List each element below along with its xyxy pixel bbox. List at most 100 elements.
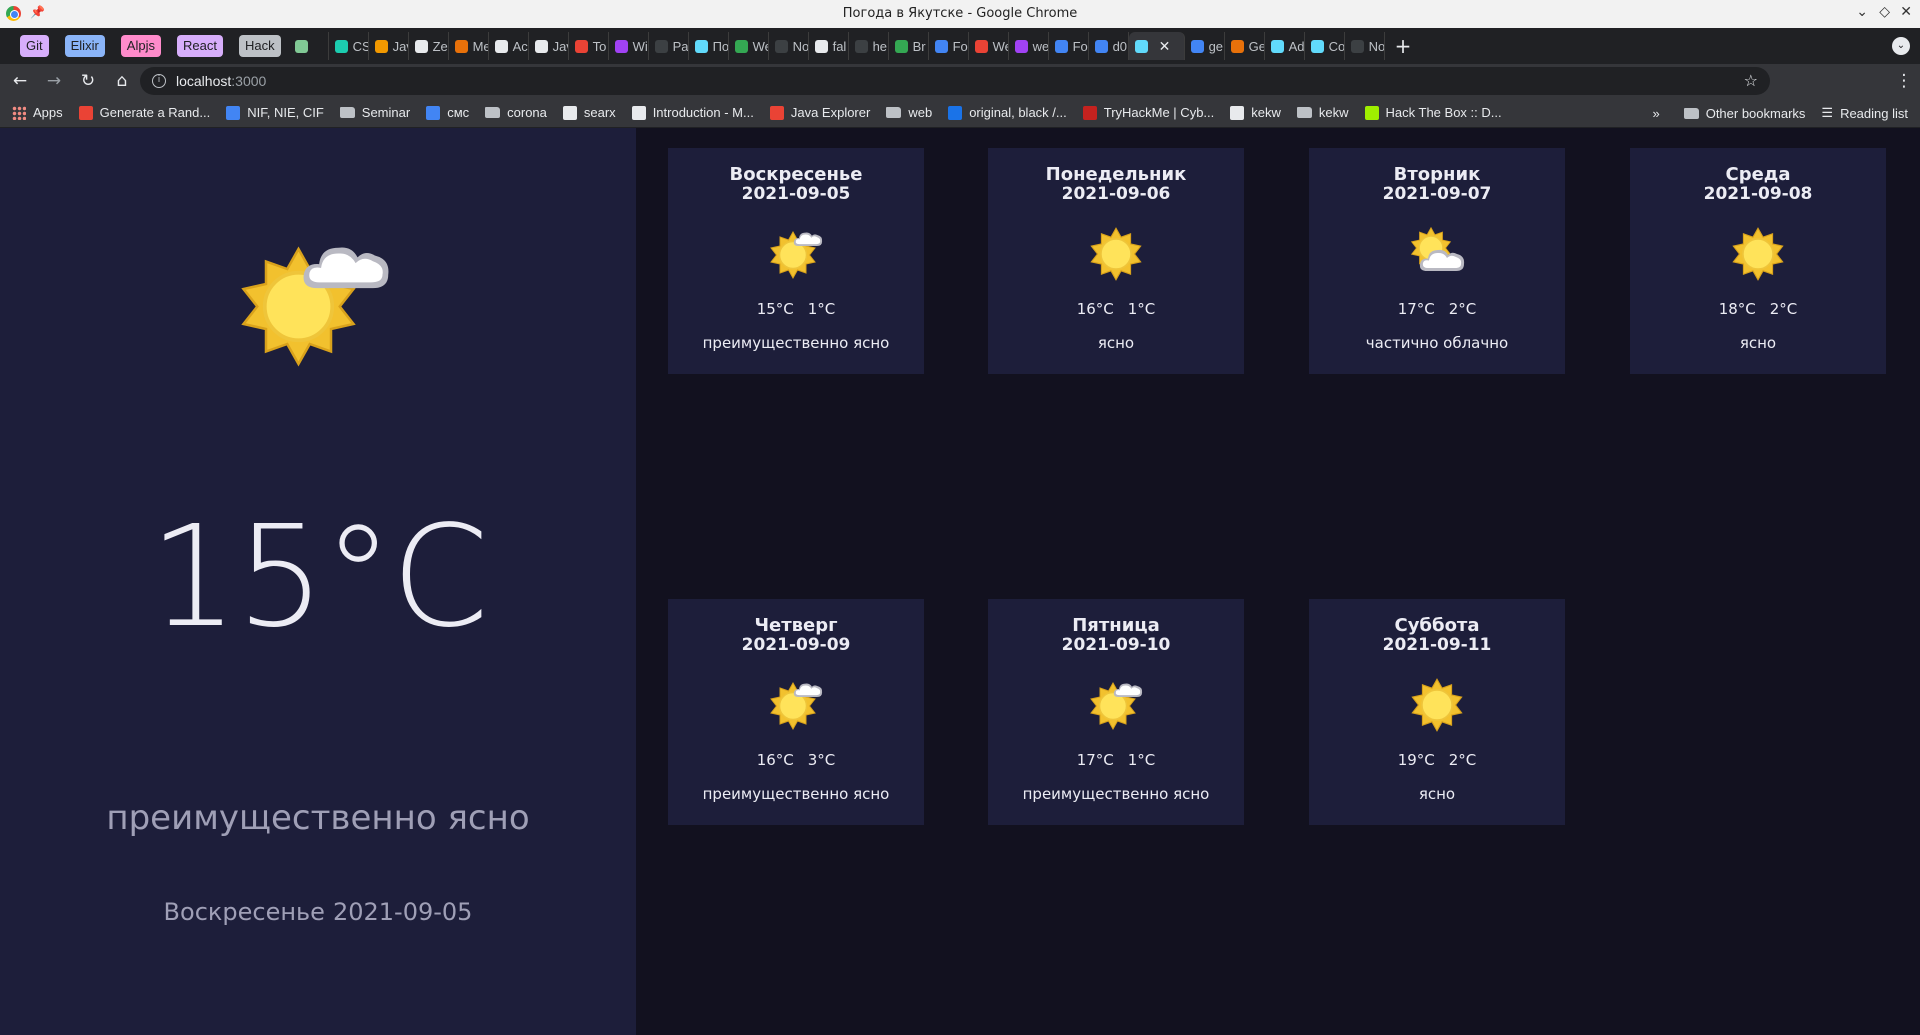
other-bookmarks[interactable]: Other bookmarks: [1683, 105, 1806, 121]
tab-favicon-icon: [814, 39, 828, 53]
bookmarks-bar: Apps Generate a Rand... NIF, NIE, CIF Semin…: [0, 98, 1920, 128]
forecast-condition: ясно: [1739, 334, 1777, 352]
bookmark-item[interactable]: NIF, NIE, CIF: [226, 105, 324, 120]
tab-group-chip[interactable]: Hack: [238, 35, 281, 57]
tab-close-icon[interactable]: ✕: [1159, 38, 1171, 55]
more-bookmarks-icon[interactable]: »: [1652, 106, 1659, 121]
browser-menu-icon[interactable]: ⋮: [1890, 71, 1918, 91]
forecast-high-temp: 16°C: [1076, 300, 1114, 318]
tab-label: Wi: [632, 38, 648, 54]
browser-tab[interactable]: Br: [889, 32, 929, 60]
restore-icon[interactable]: ◇: [1879, 4, 1890, 20]
browser-tab[interactable]: We: [969, 32, 1009, 60]
browser-tab[interactable]: [289, 32, 329, 60]
home-icon[interactable]: ⌂: [108, 71, 136, 91]
tab-favicon-icon: [934, 39, 948, 53]
browser-tab[interactable]: d0: [1089, 32, 1129, 60]
bookmark-item[interactable]: Java Explorer: [769, 105, 870, 120]
tab-favicon-icon: [734, 39, 748, 53]
bookmark-favicon-icon: [1364, 105, 1379, 120]
bookmark-label: Generate a Rand...: [99, 105, 211, 120]
folder-icon: [1296, 107, 1312, 118]
browser-tab[interactable]: Ac: [489, 32, 529, 60]
bookmark-item[interactable]: web: [886, 105, 932, 120]
bookmark-item[interactable]: original, black /...: [948, 105, 1067, 120]
bookmark-item[interactable]: Seminar: [339, 105, 410, 120]
bookmark-star-icon[interactable]: ☆: [1744, 71, 1758, 90]
forecast-low-temp: 1°C: [1127, 300, 1156, 318]
tab-label: Ze: [432, 38, 448, 54]
tab-label: To: [592, 38, 607, 54]
tab-group-chip[interactable]: React: [176, 35, 223, 57]
tab-favicon-icon: [334, 39, 348, 53]
browser-tab[interactable]: Ze: [409, 32, 449, 60]
bookmark-item[interactable]: Generate a Rand...: [78, 105, 211, 120]
forecast-day-name: Воскресенье: [729, 164, 863, 185]
new-tab-icon[interactable]: +: [1395, 34, 1412, 58]
forecast-temps: 17°C 1°C: [988, 751, 1244, 769]
reading-list[interactable]: ☰ Reading list: [1821, 105, 1908, 121]
bookmark-item[interactable]: Apps: [12, 105, 63, 120]
browser-tab[interactable]: Fo: [929, 32, 969, 60]
forecast-card: Среда 2021-09-08 18°C 2°C ясно: [1630, 148, 1886, 374]
bookmark-item[interactable]: kekw: [1230, 105, 1281, 120]
browser-tab[interactable]: Ge: [1225, 32, 1265, 60]
browser-tab[interactable]: No: [769, 32, 809, 60]
tab-favicon-icon: [534, 39, 548, 53]
bookmark-item[interactable]: Introduction - M...: [631, 105, 754, 120]
browser-tab[interactable]: CS: [329, 32, 369, 60]
browser-tab[interactable]: Fo: [1049, 32, 1089, 60]
forecast-condition: преимущественно ясно: [1022, 785, 1210, 803]
back-icon[interactable]: ←: [6, 71, 34, 91]
browser-tab[interactable]: No: [1345, 32, 1385, 60]
active-tab[interactable]: ✕: [1128, 32, 1185, 60]
browser-tab[interactable]: Co: [1305, 32, 1345, 60]
minimize-icon[interactable]: ⌄: [1856, 4, 1868, 20]
other-bookmarks-label: Other bookmarks: [1705, 105, 1806, 121]
bookmark-item[interactable]: смс: [426, 105, 469, 120]
bookmark-item[interactable]: searx: [562, 105, 616, 120]
bookmark-item[interactable]: corona: [485, 105, 547, 120]
browser-tab[interactable]: Jav: [529, 32, 569, 60]
browser-tab[interactable]: Me: [449, 32, 489, 60]
browser-tab[interactable]: we: [1009, 32, 1049, 60]
url-text[interactable]: localhost:3000: [176, 73, 266, 89]
browser-tab[interactable]: fal: [809, 32, 849, 60]
bookmark-item[interactable]: Hack The Box :: D...: [1364, 105, 1502, 120]
browser-tab[interactable]: Jav: [369, 32, 409, 60]
tab-group-chip[interactable]: Git: [20, 35, 49, 57]
bookmark-label: Introduction - M...: [652, 105, 754, 120]
tab-group-chip[interactable]: Alpjs: [120, 35, 161, 57]
browser-toolbar: ← → ↻ ⌂ i localhost:3000 ☆ ⋮: [0, 64, 1920, 155]
forecast-high-temp: 16°C: [756, 751, 794, 769]
tab-favicon-icon: [694, 39, 708, 53]
bookmark-favicon-icon: [78, 105, 93, 120]
browser-tab[interactable]: he: [849, 32, 889, 60]
current-day-name: Воскресенье: [163, 898, 325, 926]
tab-search-icon[interactable]: ⌄: [1892, 37, 1910, 55]
bookmark-item[interactable]: kekw: [1296, 105, 1349, 120]
forecast-temps: 16°C 1°C: [988, 300, 1244, 318]
bookmark-favicon-icon: [769, 105, 784, 120]
bookmark-label: kekw: [1318, 105, 1349, 120]
browser-tab[interactable]: Ad: [1265, 32, 1305, 60]
site-info-icon[interactable]: i: [152, 74, 166, 88]
browser-tab[interactable]: По: [689, 32, 729, 60]
browser-tab[interactable]: ge: [1185, 32, 1225, 60]
address-bar[interactable]: i localhost:3000 ☆: [140, 67, 1770, 95]
reload-icon[interactable]: ↻: [74, 71, 102, 91]
browser-tab[interactable]: To: [569, 32, 609, 60]
bookmark-item[interactable]: TryHackMe | Cyb...: [1082, 105, 1214, 120]
tab-label: Fo: [1072, 38, 1088, 54]
close-window-icon[interactable]: ✕: [1900, 4, 1912, 20]
tab-group-chip[interactable]: Elixir: [64, 35, 105, 57]
browser-tab[interactable]: Wi: [609, 32, 649, 60]
window-title: Погода в Якутске - Google Chrome: [842, 6, 1078, 21]
forward-icon[interactable]: →: [40, 71, 68, 91]
browser-tab[interactable]: We: [729, 32, 769, 60]
forecast-date: 2021-09-08: [1703, 184, 1813, 204]
partly-sunny-icon: [241, 247, 389, 366]
tab-favicon-icon: [454, 39, 468, 53]
bookmark-label: searx: [583, 105, 616, 120]
browser-tab[interactable]: Pa: [649, 32, 689, 60]
